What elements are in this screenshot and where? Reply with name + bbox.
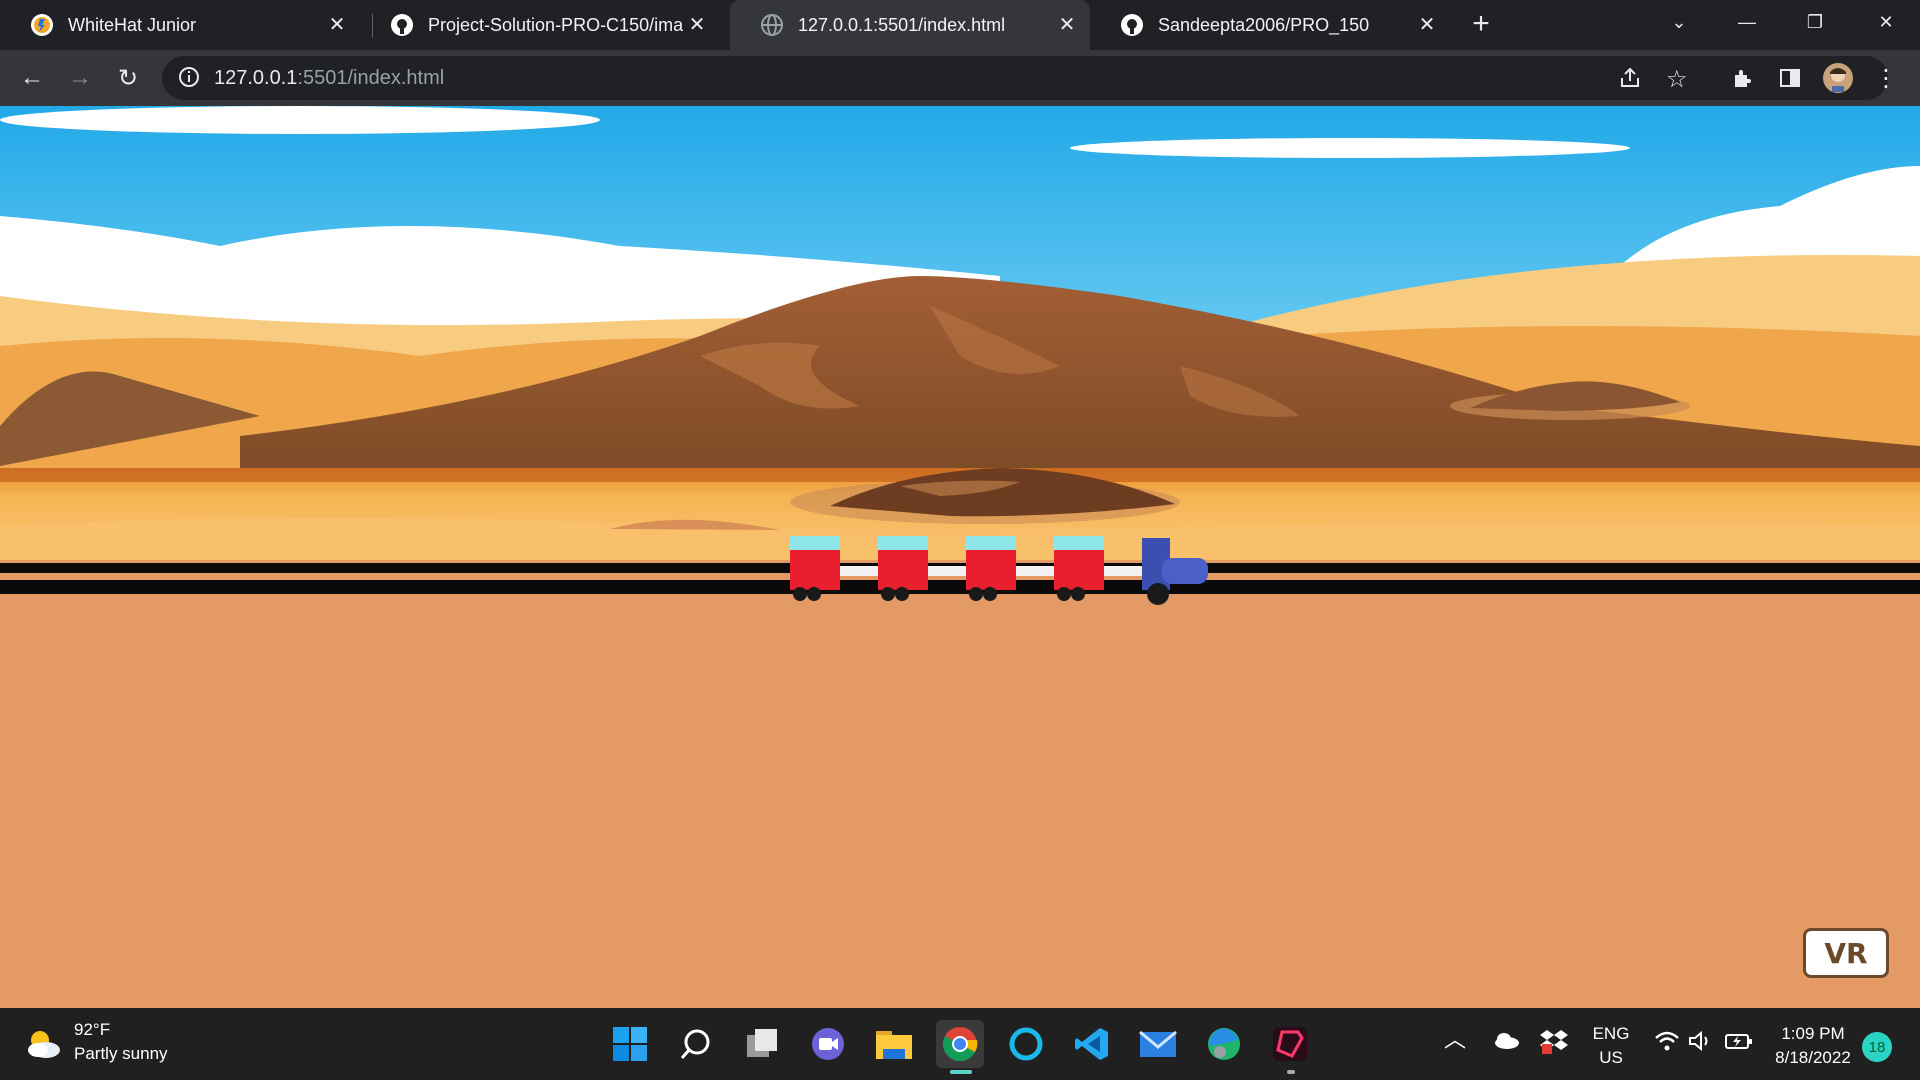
train-car-roof bbox=[790, 536, 840, 550]
train-car bbox=[878, 550, 928, 590]
train-car bbox=[790, 550, 840, 590]
wifi-icon[interactable] bbox=[1654, 1030, 1680, 1059]
train-wheel bbox=[1057, 587, 1071, 601]
close-icon[interactable]: ✕ bbox=[1416, 14, 1438, 36]
weather-condition: Partly sunny bbox=[74, 1044, 168, 1063]
train-car-roof bbox=[966, 536, 1016, 550]
desert-scene[interactable] bbox=[0, 106, 1920, 1008]
mail-icon[interactable] bbox=[1134, 1020, 1182, 1068]
train-car bbox=[966, 550, 1016, 590]
taskbar: 92°F Partly sunny ︿ ENG US 1:09 PM 8/18/… bbox=[0, 1008, 1920, 1080]
close-icon[interactable]: ✕ bbox=[326, 14, 348, 36]
url-path: :5501/index.html bbox=[297, 67, 445, 89]
train-car-roof bbox=[878, 536, 928, 550]
dropbox-icon[interactable] bbox=[1540, 1028, 1568, 1063]
window-close-button[interactable]: ✕ bbox=[1852, 0, 1920, 44]
edge-icon[interactable] bbox=[1200, 1020, 1248, 1068]
start-icon[interactable] bbox=[606, 1020, 654, 1068]
menu-icon[interactable]: ⋮ bbox=[1870, 62, 1902, 94]
train-wheel bbox=[793, 587, 807, 601]
info-icon[interactable] bbox=[178, 66, 200, 93]
reload-button[interactable]: ↻ bbox=[112, 62, 144, 94]
ground bbox=[0, 560, 1920, 1008]
new-tab-button[interactable]: + bbox=[1465, 9, 1497, 41]
weather-temp: 92°F bbox=[74, 1020, 111, 1039]
whitehat-icon bbox=[30, 13, 54, 37]
tab-project-solution[interactable]: Project-Solution-PRO-C150/imag ✕ bbox=[360, 0, 720, 50]
train-wheel bbox=[983, 587, 997, 601]
back-button[interactable]: ← bbox=[16, 62, 48, 94]
clock[interactable]: 1:09 PM 8/18/2022 bbox=[1768, 1022, 1858, 1070]
chat-icon[interactable] bbox=[804, 1020, 852, 1068]
app-icon[interactable] bbox=[1266, 1020, 1314, 1068]
language-line2: US bbox=[1599, 1048, 1623, 1067]
language-indicator[interactable]: ENG US bbox=[1590, 1022, 1632, 1070]
side-panel-icon[interactable] bbox=[1774, 62, 1806, 94]
weather-widget[interactable]: 92°F Partly sunny bbox=[24, 1018, 168, 1066]
volume-icon[interactable] bbox=[1688, 1030, 1714, 1059]
extensions-icon[interactable] bbox=[1726, 62, 1758, 94]
search-icon[interactable] bbox=[672, 1020, 720, 1068]
clock-date: 8/18/2022 bbox=[1775, 1048, 1851, 1067]
minimize-button[interactable]: — bbox=[1713, 0, 1781, 44]
address-bar[interactable]: 127.0.0.1:5501/index.html ☆ bbox=[162, 56, 1888, 100]
vr-button[interactable]: VR bbox=[1803, 928, 1889, 978]
train-engine-boiler bbox=[1162, 558, 1208, 584]
page-viewport: VR bbox=[0, 106, 1920, 1008]
clock-time: 1:09 PM bbox=[1781, 1024, 1845, 1043]
github-icon bbox=[1120, 13, 1144, 37]
github-icon bbox=[390, 13, 414, 37]
train-car bbox=[1054, 550, 1104, 590]
tab-label: Sandeepta2006/PRO_150 bbox=[1158, 14, 1370, 35]
restore-button[interactable]: ❐ bbox=[1781, 0, 1849, 44]
chrome-icon[interactable] bbox=[936, 1020, 984, 1068]
onedrive-icon[interactable] bbox=[1492, 1030, 1520, 1057]
train-wheel bbox=[1071, 587, 1085, 601]
cortana-icon[interactable] bbox=[1002, 1020, 1050, 1068]
notification-badge[interactable]: 18 bbox=[1862, 1032, 1892, 1062]
tab-label: WhiteHat Junior bbox=[68, 14, 197, 35]
tab-whitehat[interactable]: WhiteHat Junior ✕ bbox=[0, 0, 360, 50]
url-host: 127.0.0.1 bbox=[214, 67, 298, 89]
train-wheel bbox=[881, 587, 895, 601]
running-indicator bbox=[1287, 1070, 1295, 1074]
train-wheel bbox=[969, 587, 983, 601]
tab-search-icon[interactable]: ⌄ bbox=[1645, 0, 1713, 44]
file-explorer-icon[interactable] bbox=[870, 1020, 918, 1068]
language-line1: ENG bbox=[1592, 1024, 1630, 1043]
running-indicator bbox=[950, 1070, 972, 1074]
chevron-up-icon[interactable]: ︿ bbox=[1444, 1028, 1466, 1052]
train-car-roof bbox=[1054, 536, 1104, 550]
tab-label: 127.0.0.1:5501/index.html bbox=[798, 14, 1006, 35]
train-wheel bbox=[807, 587, 821, 601]
task-view-icon[interactable] bbox=[738, 1020, 786, 1068]
browser-toolbar: ← → ↻ 127.0.0.1:5501/index.html ☆ ⋮ bbox=[0, 50, 1920, 106]
url-text: 127.0.0.1:5501/index.html bbox=[214, 67, 444, 90]
vscode-icon[interactable] bbox=[1068, 1020, 1116, 1068]
battery-icon[interactable] bbox=[1724, 1030, 1754, 1059]
partly-sunny-icon bbox=[28, 1031, 60, 1058]
bookmark-star-icon[interactable]: ☆ bbox=[1666, 65, 1688, 94]
close-icon[interactable]: ✕ bbox=[686, 14, 708, 36]
train-engine-wheel bbox=[1147, 583, 1169, 605]
share-icon[interactable] bbox=[1618, 66, 1642, 95]
tab-sandeepta[interactable]: Sandeepta2006/PRO_150 ✕ bbox=[1090, 0, 1450, 50]
close-icon[interactable]: ✕ bbox=[1056, 14, 1078, 36]
tab-localhost[interactable]: 127.0.0.1:5501/index.html ✕ bbox=[730, 0, 1090, 50]
tab-label: Project-Solution-PRO-C150/imag bbox=[428, 14, 683, 35]
tab-strip: WhiteHat Junior ✕ Project-Solution-PRO-C… bbox=[0, 0, 1920, 50]
train-wheel bbox=[895, 587, 909, 601]
avatar[interactable] bbox=[1822, 62, 1854, 94]
forward-button[interactable]: → bbox=[64, 62, 96, 94]
globe-icon bbox=[760, 13, 784, 37]
